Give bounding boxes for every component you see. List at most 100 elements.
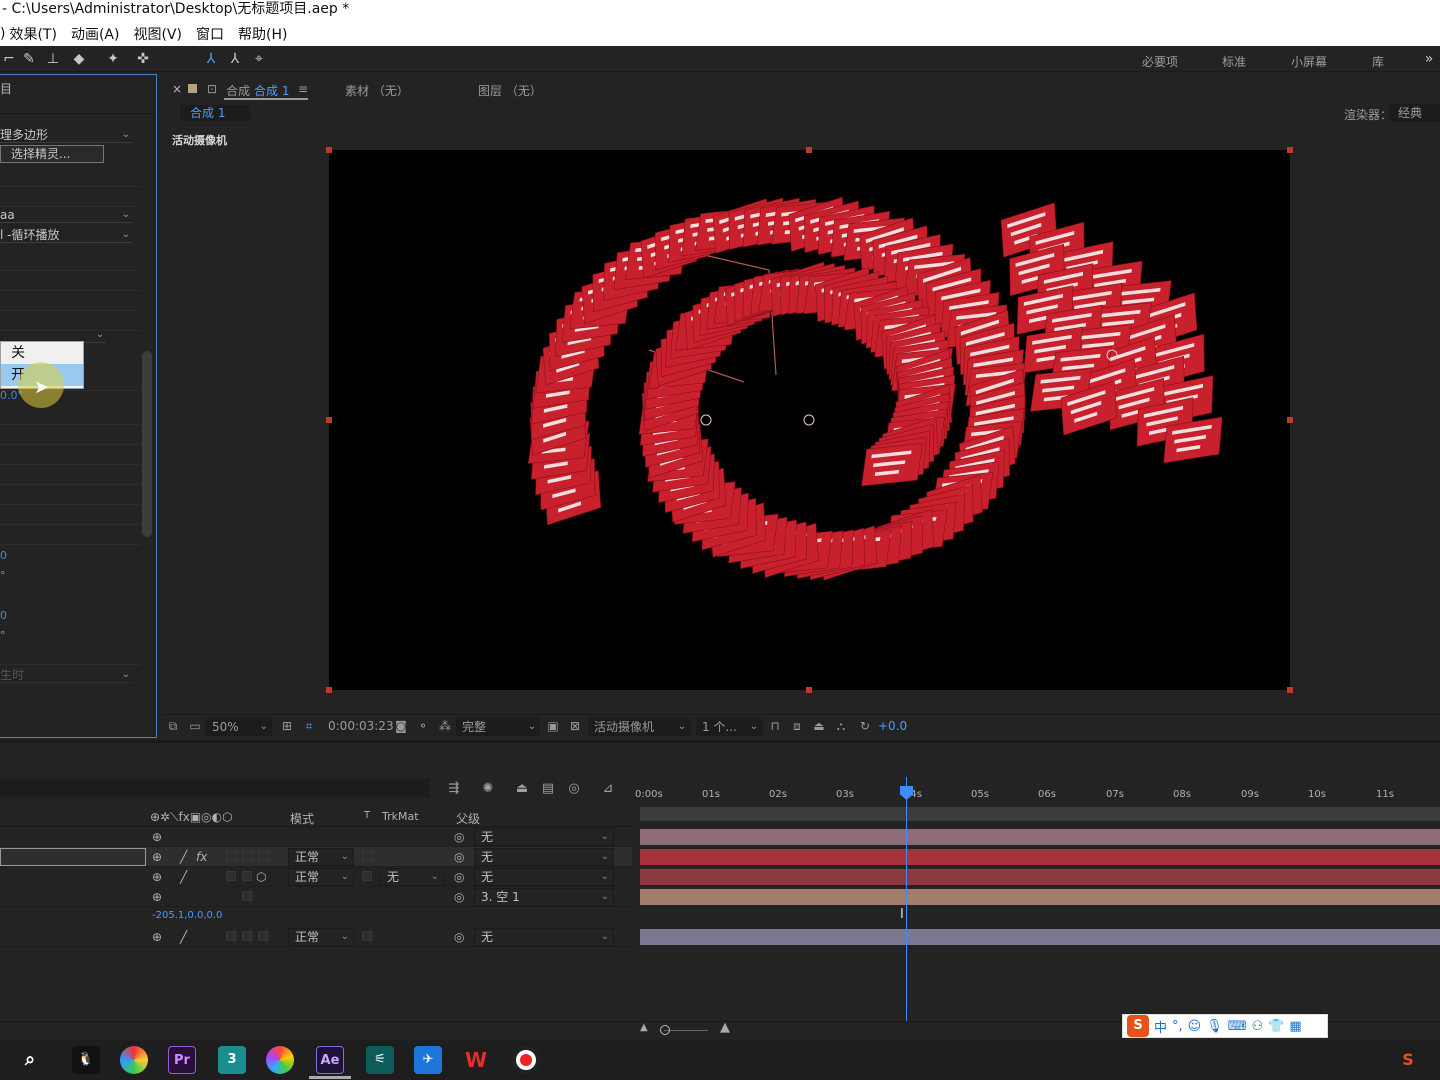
param-value-degree[interactable]: ° xyxy=(0,569,6,582)
param-value[interactable]: 0 xyxy=(0,549,7,562)
layer-row[interactable]: ⊕ ◎ 3. 空 1 ⌄ xyxy=(0,887,632,907)
transparency-grid-icon[interactable]: ⊠ xyxy=(568,719,582,733)
composition-canvas[interactable] xyxy=(329,150,1290,690)
panel-scrollbar[interactable] xyxy=(142,351,152,537)
mail-app-icon[interactable]: ✈ xyxy=(414,1046,442,1074)
blend-mode-select[interactable]: 正常 ⌄ xyxy=(288,868,354,886)
wps-app-icon[interactable]: W xyxy=(462,1046,490,1074)
layer-track-bar[interactable] xyxy=(640,869,1440,885)
work-area-bar[interactable] xyxy=(640,807,1440,821)
more-workspaces-icon[interactable]: » xyxy=(1420,50,1438,68)
transform-handle[interactable] xyxy=(1287,417,1293,423)
close-tab-icon[interactable]: × xyxy=(172,82,182,96)
position-value[interactable]: -205.1,0.0,0.0 xyxy=(152,910,222,921)
brush-tool-icon[interactable]: ✎ xyxy=(20,50,38,68)
workspace-small-screen[interactable]: 小屏幕 xyxy=(1291,53,1327,70)
preserve-transparency-box[interactable] xyxy=(362,931,372,941)
zoom-out-icon[interactable]: ▲ xyxy=(640,1022,648,1033)
always-preview-icon[interactable]: ⧉ xyxy=(166,719,180,733)
ime-language-label[interactable]: 中 xyxy=(1154,1017,1167,1036)
layer-track-bar[interactable] xyxy=(640,929,1440,945)
shy-switch-icon[interactable]: ⊕ xyxy=(152,850,162,864)
menu-item-window[interactable]: 窗口 xyxy=(196,24,224,44)
select-sprite-button[interactable]: 选择精灵... xyxy=(0,145,104,163)
lock-icon[interactable]: ⊡ xyxy=(207,82,217,96)
layer-row[interactable]: ⊕ ╱ ⬡ 正常 ⌄ 无 ⌄ ◎ 无 ⌄ xyxy=(0,867,632,887)
transform-handle[interactable] xyxy=(326,147,332,153)
transform-handle[interactable] xyxy=(326,417,332,423)
fast-previews-icon[interactable]: ⧈ xyxy=(790,719,804,733)
after-effects-app-icon[interactable]: Ae xyxy=(316,1046,344,1074)
keyboard-icon[interactable]: ⌨ xyxy=(1228,1019,1247,1034)
parent-select[interactable]: 无 ⌄ xyxy=(474,828,614,846)
clone-stamp-tool-icon[interactable]: ⊥ xyxy=(44,50,62,68)
shy-switch-icon[interactable]: ⊕ xyxy=(152,830,162,844)
effect-dropdown-3[interactable]: l -循环播放 ⌄ xyxy=(0,227,132,243)
menu-item-effects[interactable]: 效果(T) xyxy=(9,24,56,44)
workspace-essentials[interactable]: 必要项 xyxy=(1142,53,1178,70)
layer-track-bar[interactable] xyxy=(640,829,1440,845)
pick-whip-icon[interactable]: ◎ xyxy=(454,890,464,904)
layer-row-selected[interactable]: ⊕ ╱ fx 正常 ⌄ ◎ 无 ⌄ xyxy=(0,847,632,867)
ime-toolbar[interactable]: S 中 °, ☺ 🎙 ⌨ ⚇ 👕 ▦ xyxy=(1122,1014,1328,1038)
resolution-select[interactable]: 完整 ⌄ xyxy=(456,718,540,736)
exposure-value[interactable]: +0.0 xyxy=(878,719,907,733)
effects-switch-icon[interactable]: fx xyxy=(196,850,207,864)
timeline-search-input[interactable] xyxy=(0,779,430,797)
puppet-tool-icon[interactable]: ✜ xyxy=(134,50,152,68)
ime-punctuation-label[interactable]: °, xyxy=(1172,1019,1183,1034)
color-channels-icon[interactable]: ⁂ xyxy=(438,719,452,733)
eraser-tool-icon[interactable]: ◆ xyxy=(70,50,88,68)
zoom-slider-track[interactable] xyxy=(664,1030,708,1031)
renderer-select[interactable]: 经典 3D xyxy=(1390,104,1440,138)
show-snapshot-icon[interactable]: ⚬ xyxy=(416,719,430,733)
toggle-pixel-aspect-icon[interactable]: ⊓ xyxy=(768,719,782,733)
shy-switch-icon[interactable]: ⊕ xyxy=(152,870,162,884)
comp-subtab[interactable]: 合成 1 xyxy=(180,105,250,121)
draft-3d-icon[interactable]: ✺ xyxy=(480,781,496,797)
comp-mini-flowchart-icon[interactable]: ⇶ xyxy=(446,781,462,797)
switch-box[interactable] xyxy=(242,931,252,941)
hide-shy-layers-icon[interactable]: ⏏ xyxy=(514,781,530,797)
3d-view-select[interactable]: 活动摄像机 ⌄ xyxy=(588,718,690,736)
grid-icon[interactable]: ⊞ xyxy=(280,719,294,733)
switch-box[interactable] xyxy=(258,851,268,861)
preserve-transparency-box[interactable] xyxy=(362,871,372,881)
world-axis-mode-icon[interactable]: ⅄ xyxy=(226,50,244,68)
switch-box[interactable] xyxy=(226,871,236,881)
premiere-app-icon[interactable]: Pr xyxy=(168,1046,196,1074)
parent-select[interactable]: 3. 空 1 ⌄ xyxy=(474,888,614,906)
anchor-point-icon[interactable] xyxy=(700,414,712,426)
local-axis-mode-icon[interactable]: ⅄ xyxy=(202,50,220,68)
transform-handle[interactable] xyxy=(806,147,812,153)
tab-layer[interactable]: 图层 （无） xyxy=(478,82,542,99)
menu-item-partial[interactable]: ) xyxy=(0,26,5,42)
switch-box[interactable] xyxy=(226,931,236,941)
parent-select[interactable]: 无 ⌄ xyxy=(474,848,614,866)
menu-option-off[interactable]: 关 xyxy=(1,342,83,364)
preserve-transparency-box[interactable] xyxy=(362,851,372,861)
skin-icon[interactable]: 👕 xyxy=(1268,1019,1284,1034)
roto-brush-tool-icon[interactable]: ✦ xyxy=(104,50,122,68)
motion-blur-icon[interactable]: ◎ xyxy=(566,781,582,797)
pick-whip-icon[interactable]: ◎ xyxy=(454,830,464,844)
layer-row[interactable]: ⊕ ╱ 正常 ⌄ ◎ 无 ⌄ xyxy=(0,927,632,947)
layer-row[interactable]: ⊕ ◎ 无 ⌄ xyxy=(0,827,632,847)
transform-handle[interactable] xyxy=(1287,687,1293,693)
switch-box[interactable] xyxy=(258,931,268,941)
blend-mode-select[interactable]: 正常 ⌄ xyxy=(288,848,354,866)
transform-handle[interactable] xyxy=(806,687,812,693)
tray-sogou-icon[interactable]: S xyxy=(1394,1046,1422,1074)
switch-box[interactable] xyxy=(242,891,252,901)
mask-visibility-icon[interactable]: ⌗ xyxy=(302,719,316,733)
color-app-icon[interactable] xyxy=(266,1046,294,1074)
pick-whip-icon[interactable]: ◎ xyxy=(454,870,464,884)
layer-track-bar[interactable] xyxy=(640,889,1440,905)
qq-app-icon[interactable]: 🐧 xyxy=(72,1046,100,1074)
monitor-icon[interactable]: ▭ xyxy=(188,719,202,733)
panel-menu-icon[interactable]: ≡ xyxy=(298,82,308,96)
screen-recorder-app-icon[interactable] xyxy=(512,1046,540,1074)
tab-composition[interactable]: 合成 1 xyxy=(254,82,289,99)
pipeline-app-icon[interactable]: ⚟ xyxy=(366,1046,394,1074)
transform-handle[interactable] xyxy=(1287,147,1293,153)
